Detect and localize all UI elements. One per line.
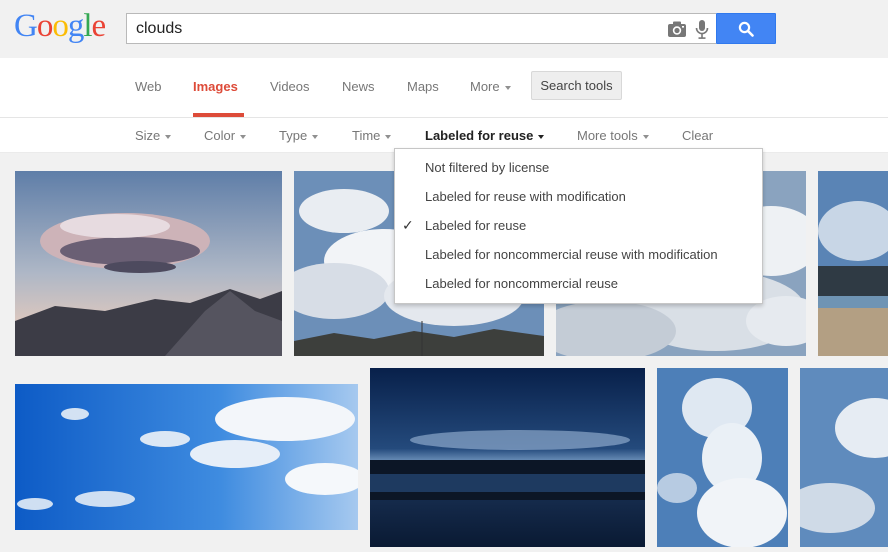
- menu-item-reuse-label: Labeled for reuse: [425, 218, 527, 233]
- tab-images[interactable]: Images: [193, 79, 238, 94]
- logo-letter: o: [52, 8, 68, 44]
- chevron-down-icon: [165, 134, 172, 139]
- tool-more-tools[interactable]: More tools: [577, 128, 649, 143]
- chevron-down-icon: [385, 134, 392, 139]
- search-input[interactable]: [136, 14, 636, 43]
- usage-rights-menu: Not filtered by license Labeled for reus…: [394, 148, 763, 304]
- tool-clear[interactable]: Clear: [682, 128, 713, 143]
- tool-usage-rights[interactable]: Labeled for reuse: [425, 128, 545, 143]
- active-tab-indicator: [193, 113, 244, 117]
- image-result[interactable]: [657, 368, 788, 547]
- image-result[interactable]: [818, 171, 888, 356]
- google-logo[interactable]: Google: [14, 8, 107, 45]
- menu-item-reuse-with-modification[interactable]: Labeled for reuse with modification: [395, 182, 762, 211]
- logo-letter: l: [83, 8, 92, 44]
- image-result[interactable]: [15, 171, 282, 356]
- tool-type[interactable]: Type: [279, 128, 319, 143]
- tool-more-tools-label: More tools: [577, 128, 638, 143]
- logo-letter: G: [14, 8, 38, 44]
- checkmark-icon: ✓: [402, 217, 414, 233]
- chevron-down-icon: [642, 134, 649, 139]
- menu-item-not-filtered[interactable]: Not filtered by license: [395, 153, 762, 182]
- tool-color-label: Color: [204, 128, 236, 143]
- tab-videos[interactable]: Videos: [270, 79, 310, 94]
- menu-item-reuse[interactable]: ✓ Labeled for reuse: [395, 211, 762, 240]
- menu-item-noncommercial-reuse[interactable]: Labeled for noncommercial reuse: [395, 269, 762, 298]
- tool-usage-rights-label: Labeled for reuse: [425, 128, 534, 143]
- google-image-search-page: Google Web: [0, 0, 888, 552]
- tab-more-label: More: [470, 79, 500, 94]
- chevron-down-icon: [538, 134, 545, 139]
- chevron-down-icon: [312, 134, 319, 139]
- tab-more[interactable]: More: [470, 79, 511, 94]
- tab-web[interactable]: Web: [135, 79, 162, 94]
- microphone-icon[interactable]: [695, 19, 709, 40]
- chevron-down-icon: [240, 134, 247, 139]
- tool-type-label: Type: [279, 128, 308, 143]
- header: Google: [0, 0, 888, 58]
- chevron-down-icon: [504, 85, 511, 90]
- menu-item-noncommercial-reuse-with-modification[interactable]: Labeled for noncommercial reuse with mod…: [395, 240, 762, 269]
- tool-size-label: Size: [135, 128, 161, 143]
- search-tools-button[interactable]: Search tools: [531, 71, 622, 100]
- search-button[interactable]: [716, 13, 776, 44]
- image-result[interactable]: [370, 368, 645, 547]
- tab-news[interactable]: News: [342, 79, 375, 94]
- search-icon: [738, 21, 754, 37]
- tool-time-label: Time: [352, 128, 381, 143]
- tab-maps[interactable]: Maps: [407, 79, 439, 94]
- logo-letter: e: [91, 8, 107, 44]
- image-result[interactable]: [800, 368, 888, 547]
- search-box: [126, 13, 716, 44]
- tool-size[interactable]: Size: [135, 128, 172, 143]
- image-result[interactable]: [15, 384, 358, 530]
- tool-time[interactable]: Time: [352, 128, 392, 143]
- search-type-tabs: Web Images Videos News Maps More Search …: [0, 58, 888, 118]
- camera-icon[interactable]: [667, 20, 687, 38]
- logo-letter: g: [67, 8, 84, 44]
- logo-letter: o: [36, 8, 53, 44]
- tool-color[interactable]: Color: [204, 128, 247, 143]
